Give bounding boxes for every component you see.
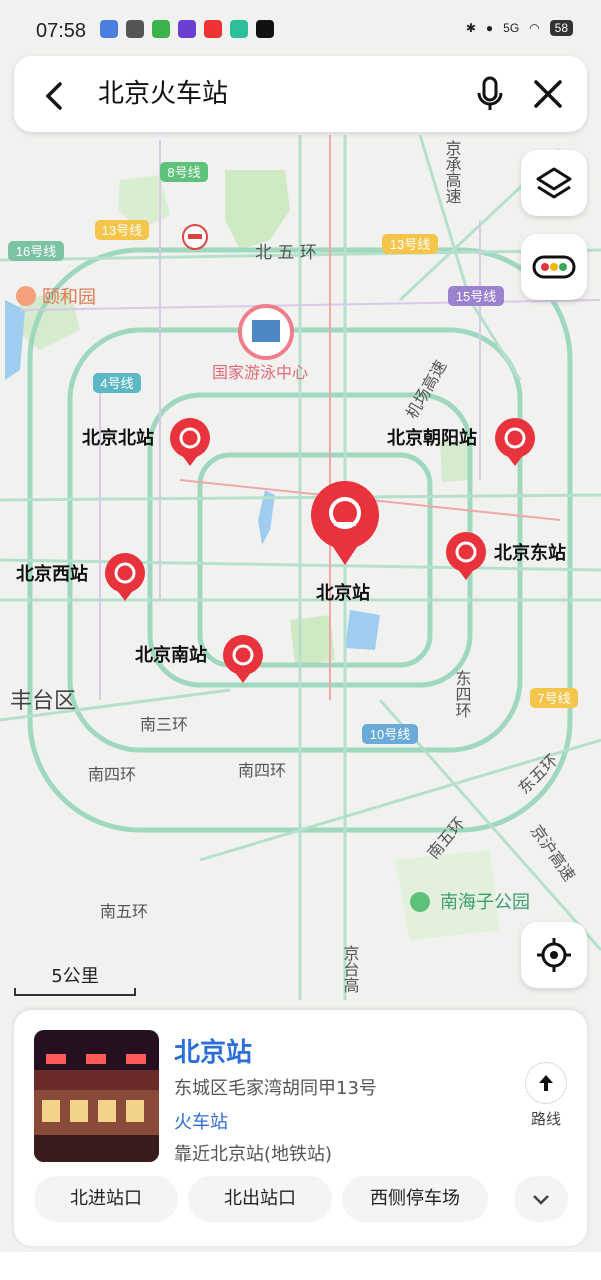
battery-level: 58 (549, 20, 573, 36)
layers-icon (536, 167, 572, 199)
chip-north-exit[interactable]: 北出站口 (188, 1176, 332, 1222)
search-bar[interactable]: 北京火车站 (14, 56, 587, 132)
jingcheng-expressway-label: 京承高速 (443, 140, 462, 204)
route-arrow-icon (539, 1075, 553, 1091)
microphone-icon[interactable] (470, 74, 510, 114)
line13-badge: 13号线 (102, 223, 142, 238)
line7-badge: 7号线 (537, 691, 570, 706)
map-scale: 5公里 (14, 962, 136, 996)
summer-palace-label[interactable]: 颐和园 (42, 287, 96, 308)
line15-badge: 15号线 (456, 289, 496, 304)
status-time: 07:58 (36, 20, 87, 42)
location-icon: ● (485, 21, 494, 35)
place-name[interactable]: 北京站 (174, 1032, 252, 1069)
station-label-north[interactable]: 北京北站 (82, 427, 154, 449)
line10-badge: 10号线 (370, 727, 410, 742)
lake (345, 610, 380, 650)
chip-west-parking[interactable]: 西侧停车场 (342, 1176, 488, 1222)
nanhaizi-park-label[interactable]: 南海子公园 (440, 892, 530, 913)
route-button[interactable]: 路线 (522, 1062, 570, 1129)
place-nearby: 靠近北京站(地铁站) (174, 1144, 333, 1165)
line13-badge-east: 13号线 (390, 237, 430, 252)
station-photo[interactable] (34, 1030, 159, 1162)
traffic-light-icon (532, 255, 576, 279)
scale-label: 5公里 (51, 966, 99, 987)
station-label-west[interactable]: 北京西站 (16, 563, 88, 585)
traffic-button[interactable] (521, 234, 587, 300)
east-4th-ring-label: 东四环 (453, 670, 472, 718)
south-4th-ring-label-2: 南四环 (238, 761, 286, 780)
scenic-icon (16, 286, 36, 306)
search-query[interactable]: 北京火车站 (98, 74, 228, 114)
south-5th-ring-label: 南五环 (100, 902, 148, 921)
place-card[interactable]: 北京站 东城区毛家湾胡同甲13号 火车站 靠近北京站(地铁站) 路线 北进站口 … (14, 1010, 587, 1246)
south-4th-ring-label: 南四环 (88, 765, 136, 784)
line16-badge: 16号线 (16, 244, 56, 259)
chip-north-entrance[interactable]: 北进站口 (34, 1176, 178, 1222)
entrance-chips: 北进站口 北出站口 西侧停车场 (34, 1176, 488, 1222)
bluetooth-icon: ✱ (465, 21, 476, 35)
fengtai-district-label: 丰台区 (10, 689, 76, 714)
wifi-icon: ◠ (529, 21, 540, 35)
place-address: 东城区毛家湾胡同甲13号 (174, 1078, 377, 1099)
close-icon[interactable] (528, 74, 568, 114)
expand-chips-button[interactable] (514, 1176, 568, 1222)
station-label-chaoyang[interactable]: 北京朝阳站 (387, 427, 477, 449)
system-icons: ✱ ● 5G ◠ 58 (466, 20, 573, 36)
station-label-south[interactable]: 北京南站 (135, 644, 207, 666)
scale-bar (14, 988, 136, 996)
chevron-down-icon (533, 1195, 549, 1205)
layers-button[interactable] (521, 150, 587, 216)
park-icon (410, 892, 430, 912)
network-type: 5G (503, 21, 520, 35)
system-nav-bar (0, 1252, 601, 1280)
notification-icons (100, 20, 274, 38)
crosshair-icon (537, 938, 571, 972)
station-label-main[interactable]: 北京站 (316, 582, 370, 604)
back-arrow-icon[interactable] (36, 76, 76, 116)
south-3rd-ring-label: 南三环 (140, 715, 188, 734)
jingtai-expressway-label: 京台高 (341, 945, 360, 993)
line4-badge: 4号线 (100, 376, 133, 391)
swim-center-label[interactable]: 国家游泳中心 (212, 363, 308, 382)
station-label-east[interactable]: 北京东站 (494, 542, 566, 564)
place-category[interactable]: 火车站 (174, 1108, 228, 1134)
line8-badge: 8号线 (167, 165, 200, 180)
status-bar: 07:58 ✱ ● 5G ◠ 58 (0, 0, 601, 56)
north-5th-ring-label: 北 五 环 (255, 243, 317, 263)
park-area (290, 615, 335, 665)
route-label: 路线 (530, 1110, 561, 1128)
locate-button[interactable] (521, 922, 587, 988)
